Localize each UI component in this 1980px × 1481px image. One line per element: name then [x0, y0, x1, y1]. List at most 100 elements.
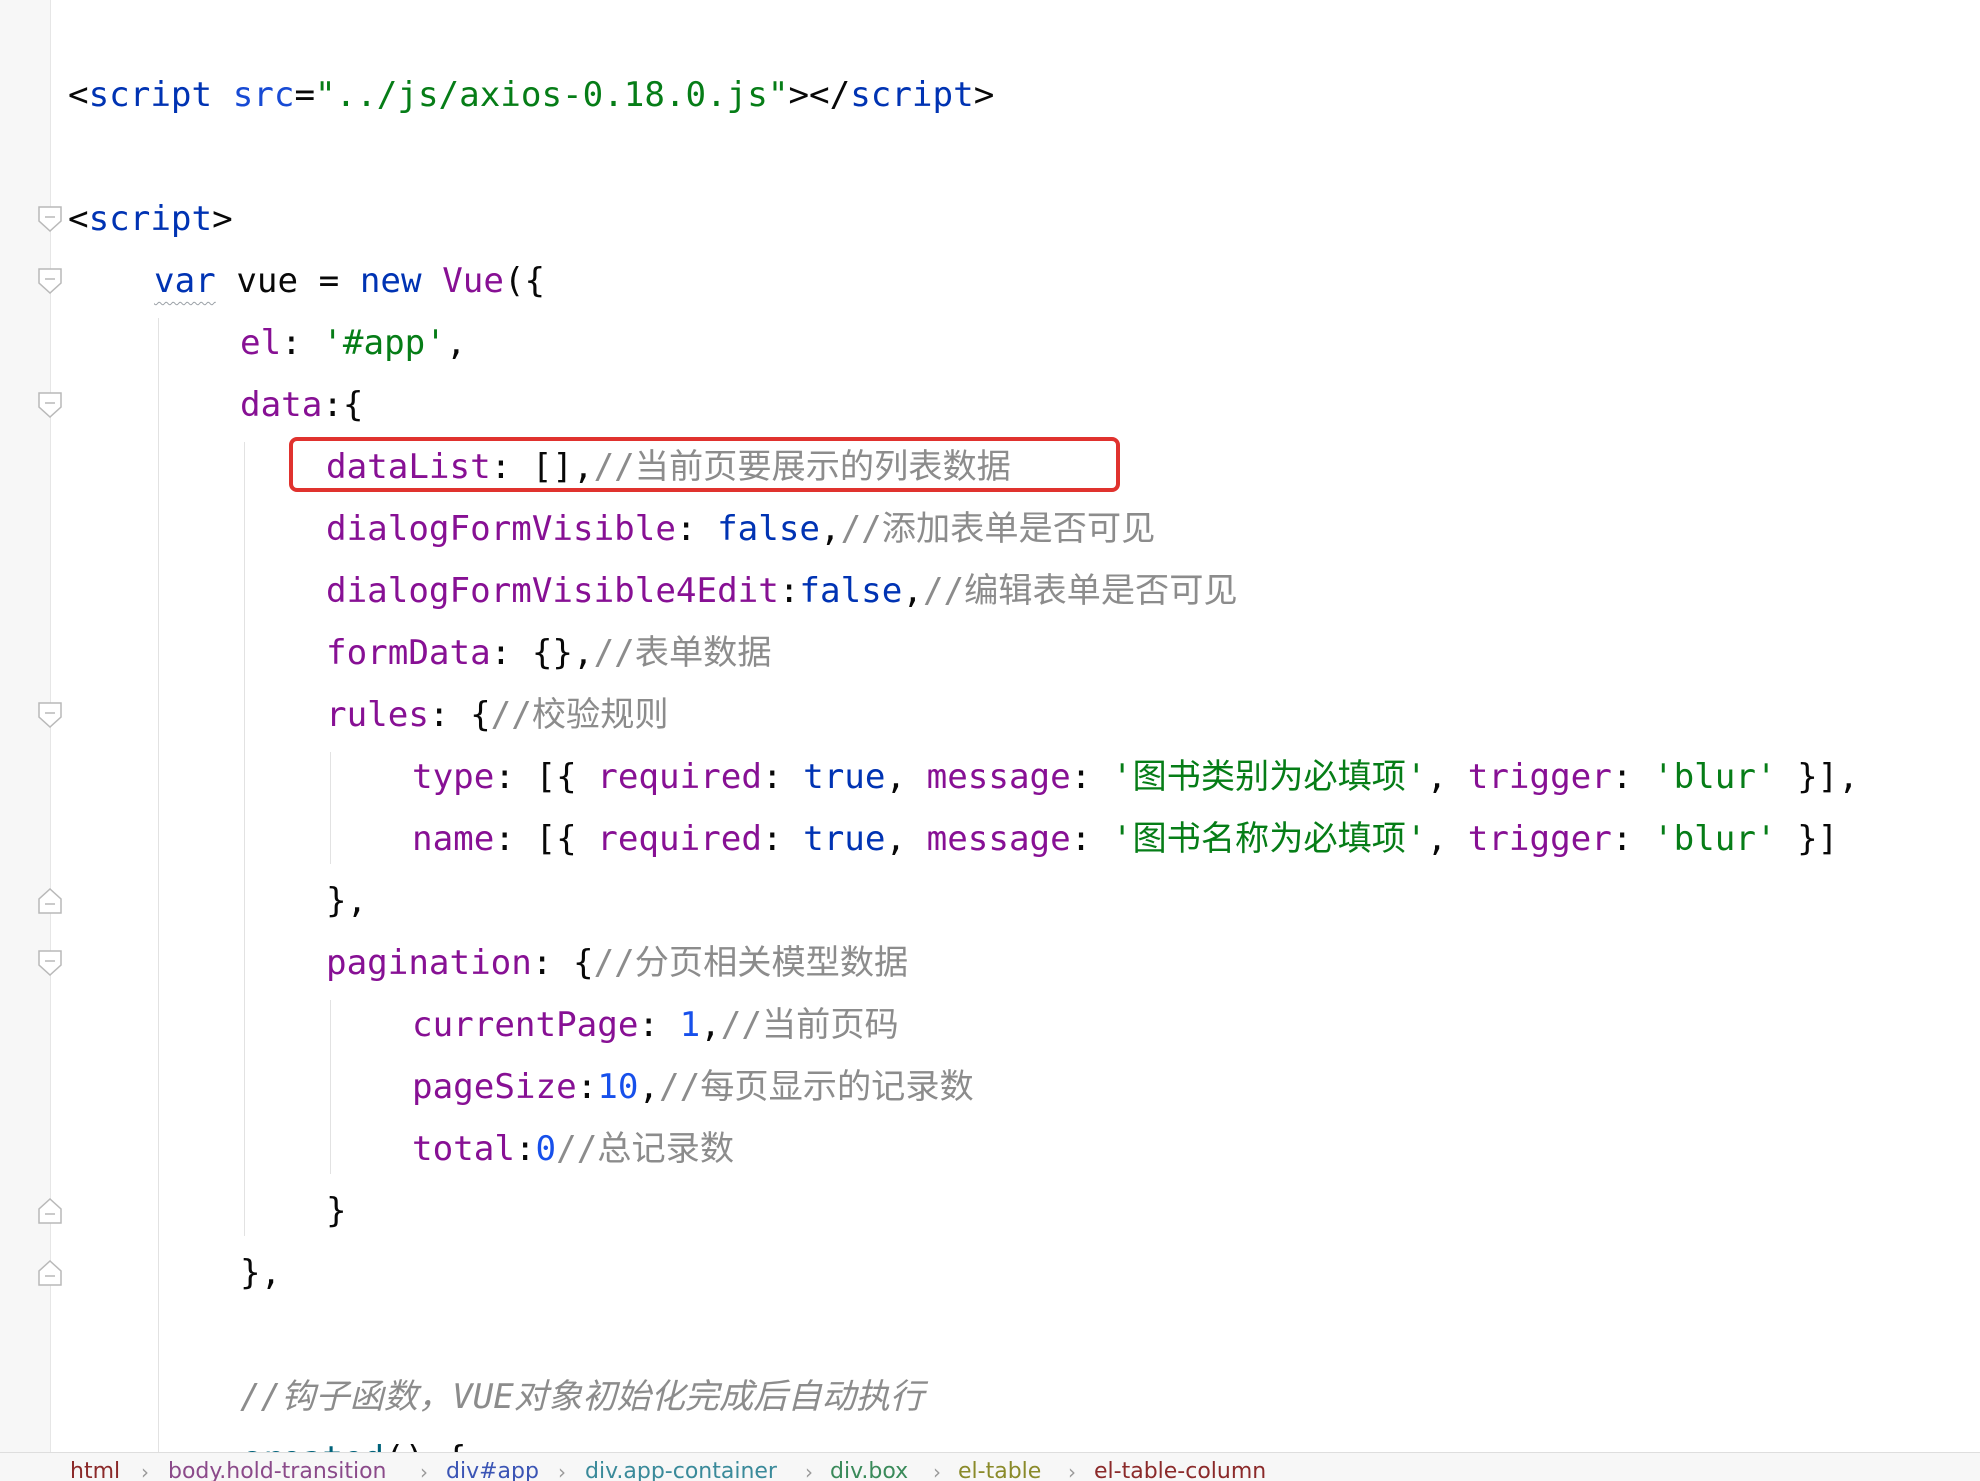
fold-open-icon[interactable] — [37, 267, 63, 295]
breadcrumb-item[interactable]: html — [70, 1453, 120, 1481]
code-token: = — [294, 75, 316, 115]
code-token: true — [803, 757, 886, 797]
code-token: , — [1426, 757, 1468, 797]
code-token: ></ — [788, 75, 851, 115]
code-token: currentPage — [412, 1005, 639, 1045]
fold-open-icon[interactable] — [37, 701, 63, 729]
breadcrumb-item[interactable]: el-table — [958, 1453, 1041, 1481]
code-token: }] — [1776, 819, 1839, 859]
code-token: //表单数据 — [593, 633, 772, 673]
code-line: type: [{ required: true, message: '图书类别为… — [412, 746, 1859, 808]
code-token: message — [926, 819, 1071, 859]
code-line: rules: {//校验规则 — [326, 684, 669, 746]
code-token: , — [902, 571, 923, 611]
code-token: < — [68, 75, 89, 115]
code-line: }, — [240, 1242, 281, 1304]
breadcrumb: html › body.hold-transition › div#app › div.ap… — [0, 1452, 1980, 1481]
fold-end-icon[interactable] — [37, 1259, 63, 1287]
code-token: //添加表单是否可见 — [840, 509, 1156, 549]
code-token: : [{ — [494, 819, 598, 859]
fold-open-icon[interactable] — [37, 949, 63, 977]
code-line: currentPage: 1,//当前页码 — [412, 994, 899, 1056]
fold-open-icon[interactable] — [37, 391, 63, 419]
breadcrumb-separator: › — [805, 1460, 813, 1481]
code-line: formData: {},//表单数据 — [326, 622, 772, 684]
code-token: , — [1426, 819, 1468, 859]
code-token: var — [154, 261, 216, 301]
code-token: pagination — [326, 943, 532, 983]
code-token: }, — [240, 1253, 282, 1293]
code-token: , — [700, 1005, 721, 1045]
breadcrumb-item[interactable]: el-table-column — [1094, 1453, 1266, 1481]
code-token: , — [885, 819, 927, 859]
code-token: : — [675, 509, 718, 549]
code-token: , — [638, 1067, 660, 1107]
code-token: type — [412, 757, 495, 797]
code-token: message — [926, 757, 1071, 797]
code-token: }, — [326, 881, 368, 921]
code-token: data — [240, 385, 323, 425]
code-line: //钩子函数，VUE对象初始化完成后自动执行 — [240, 1366, 924, 1428]
indent-guide — [330, 752, 331, 864]
code-token: < — [68, 199, 89, 239]
breadcrumb-item[interactable]: div.app-container — [585, 1453, 777, 1481]
fold-open-icon[interactable] — [37, 205, 63, 233]
code-token: : [{ — [494, 757, 598, 797]
code-line: var vue = new Vue({ — [154, 250, 545, 312]
breadcrumb-item[interactable]: div.box — [830, 1453, 908, 1481]
code-token: 1 — [679, 1005, 701, 1045]
code-token: , — [885, 757, 927, 797]
code-token: created — [240, 1439, 384, 1452]
code-token: pageSize — [412, 1067, 577, 1107]
code-token: script — [850, 75, 974, 115]
breadcrumb-separator: › — [558, 1460, 566, 1481]
breadcrumb-separator: › — [141, 1460, 149, 1481]
code-token: : — [1611, 757, 1653, 797]
code-token: : — [638, 1005, 680, 1045]
breadcrumb-item[interactable]: body.hold-transition — [168, 1453, 387, 1481]
indent-guide — [244, 442, 245, 1236]
code-token: //当前页码 — [720, 1005, 899, 1045]
code-token: '#app' — [322, 323, 446, 363]
code-line: <script> — [68, 188, 233, 250]
code-token: : { — [428, 695, 491, 735]
indent-guide — [158, 318, 159, 1452]
code-token: 'blur' — [1653, 757, 1777, 797]
code-token: vue = — [215, 261, 360, 301]
code-token: '图书名称为必填项' — [1111, 819, 1427, 859]
code-token: > — [973, 75, 995, 115]
code-token: el — [240, 323, 282, 363]
code-token: trigger — [1467, 819, 1612, 859]
breadcrumb-item[interactable]: div#app — [446, 1453, 539, 1481]
code-token: //分页相关模型数据 — [593, 943, 909, 983]
code-token: VUE — [452, 1377, 514, 1417]
code-token: trigger — [1467, 757, 1612, 797]
code-token: true — [803, 819, 886, 859]
code-line: }, — [326, 870, 367, 932]
code-line: pagination: {//分页相关模型数据 — [326, 932, 908, 994]
code-line: <script src="../js/axios-0.18.0.js"></sc… — [68, 64, 994, 126]
code-token: dialogFormVisible — [326, 509, 676, 549]
fold-end-icon[interactable] — [37, 887, 63, 915]
code-line: el: '#app', — [240, 312, 466, 374]
code-token: script — [88, 199, 213, 239]
code-token: : — [761, 757, 804, 797]
code-token: new — [359, 261, 422, 301]
code-token: : — [1611, 819, 1653, 859]
code-token: } — [326, 1191, 347, 1231]
code-token: : {}, — [490, 633, 594, 673]
code-token: : — [761, 819, 804, 859]
code-token: : — [778, 571, 800, 611]
code-token: dialogFormVisible4Edit — [326, 571, 779, 611]
code-token: : — [1070, 757, 1112, 797]
code-token: , — [445, 323, 467, 363]
fold-end-icon[interactable] — [37, 1197, 63, 1225]
code-token: ({ — [503, 261, 546, 301]
highlight-annotation-box — [289, 437, 1120, 492]
code-editor[interactable]: <script src="../js/axios-0.18.0.js"></sc… — [0, 0, 1980, 1452]
code-token: required — [597, 757, 762, 797]
code-token: > — [212, 199, 233, 239]
code-token: //编辑表单是否可见 — [922, 571, 1238, 611]
code-token: }], — [1776, 757, 1859, 797]
